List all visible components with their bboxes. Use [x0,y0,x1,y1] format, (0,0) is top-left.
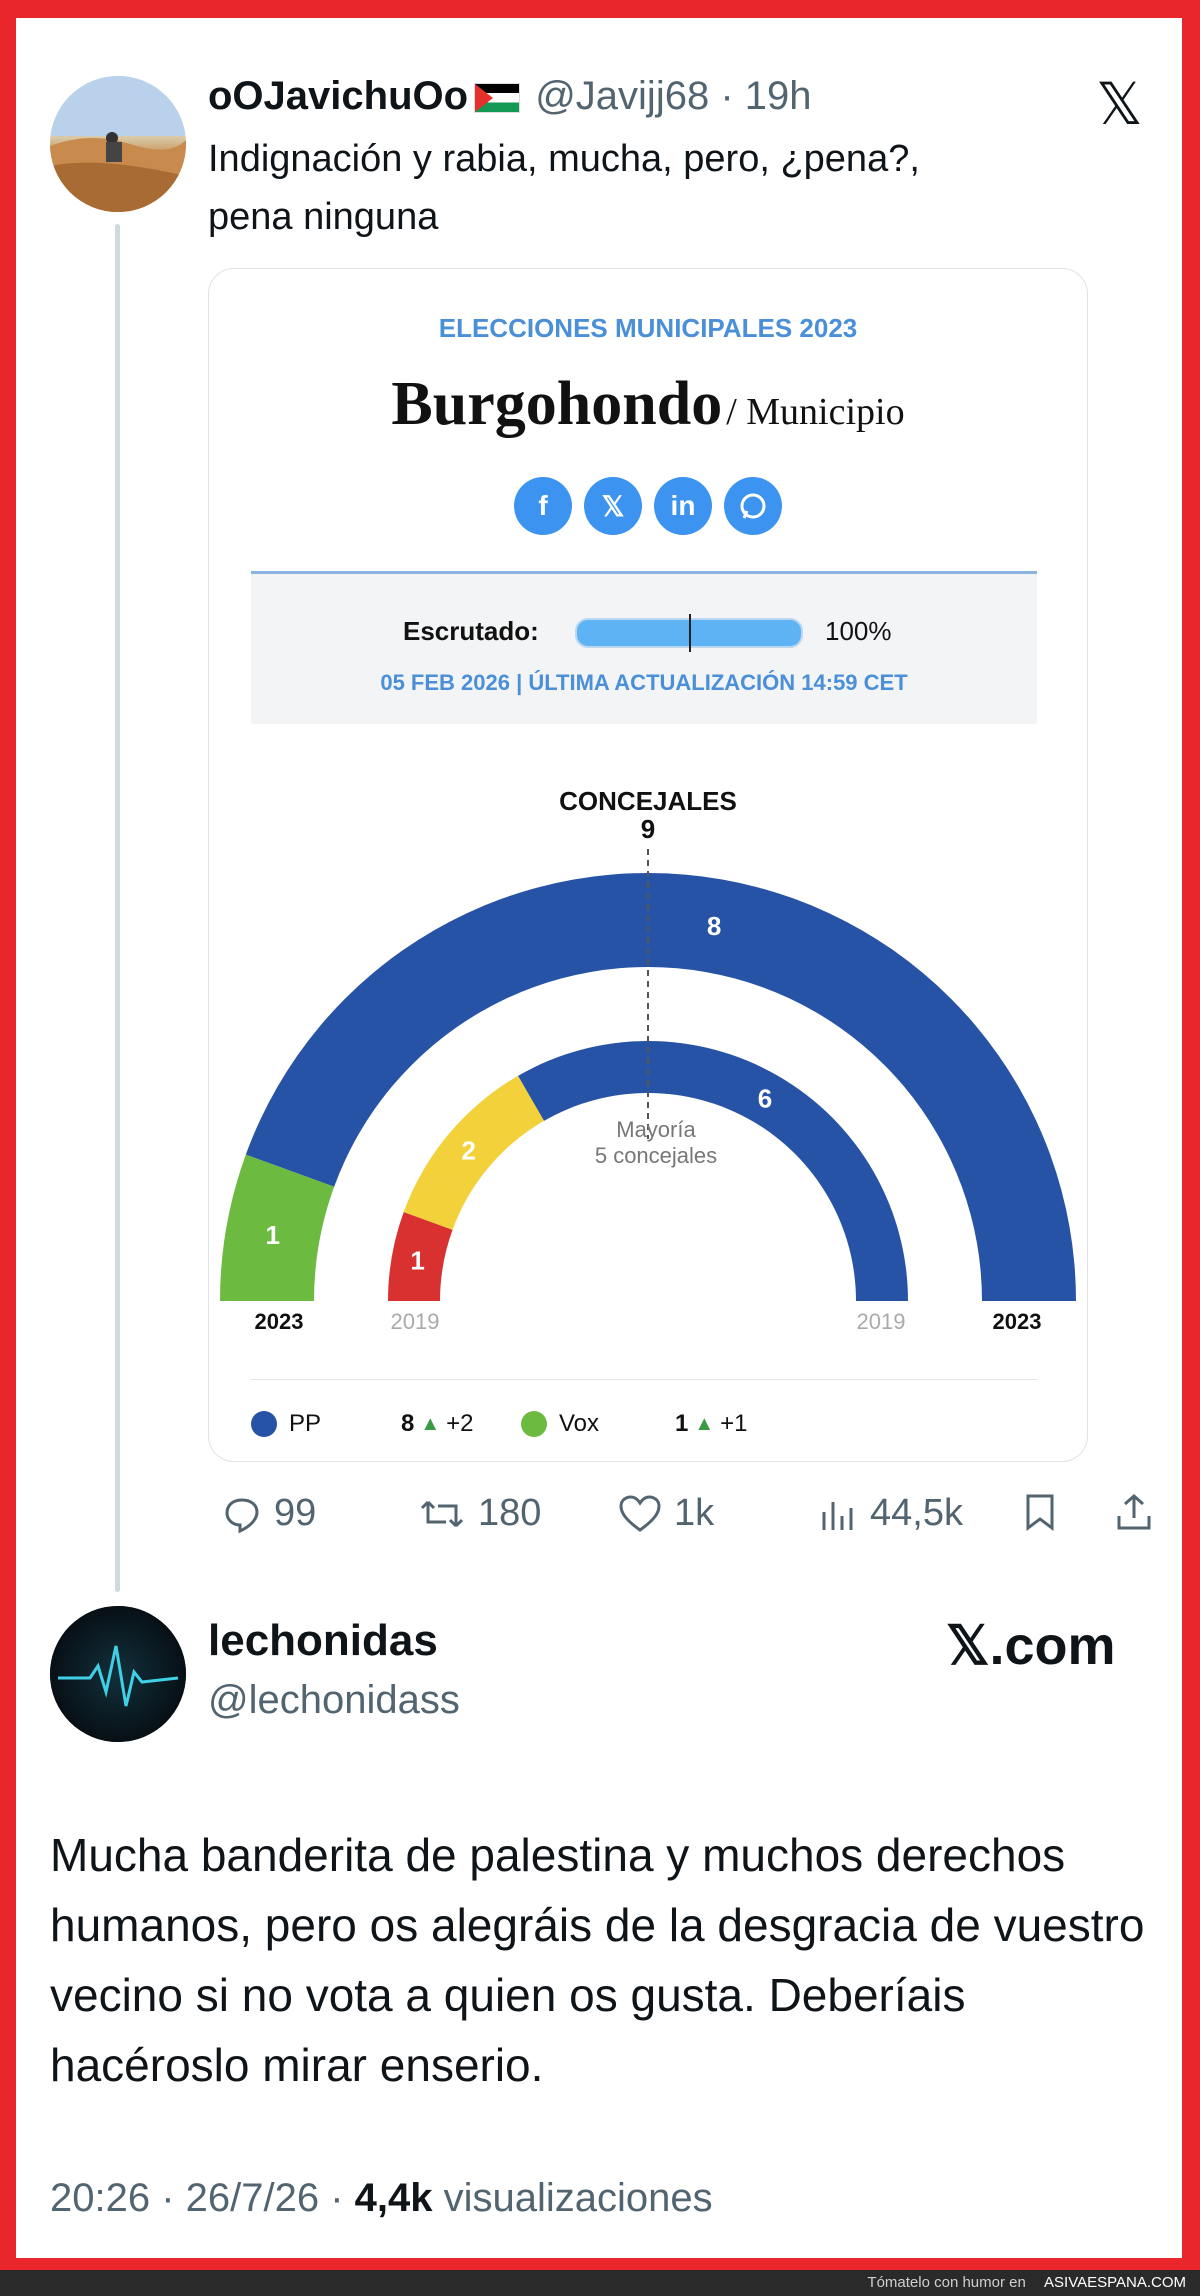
council-total: 9 [640,814,656,844]
progress-marker [689,614,691,652]
user-handle[interactable]: @Javijj68 [535,74,709,118]
tweet-text: Indignación y rabia, mucha, pero, ¿pena?… [208,130,1088,246]
tweet-text-line: pena ninguna [208,196,439,238]
share-icons: f 𝕏 in [209,477,1087,535]
legend-change: 8 ▲ +2 [401,1410,474,1438]
hemicycle-chart: 2023 2023 2019 2019 1 8 1 2 6 Mayoría5 concej… [220,849,1077,1334]
site-footer: Tómatelo con humor en ASIVAESPANA.COM [0,2270,1200,2296]
majority-label-1: Mayoría [616,1117,696,1142]
like-button[interactable]: 1k [618,1492,714,1535]
ring-year-label: 2019 [857,1309,906,1334]
tweet-text: Mucha banderita de palestina y muchos de… [50,1829,1145,2091]
heartbeat-icon [50,1606,186,1742]
legend-item: Vox [521,1410,599,1438]
thread-line [115,224,120,1592]
palestine-flag-icon [474,83,521,114]
user-handle[interactable]: @lechonidass [208,1678,460,1723]
views-count: 44,5k [870,1492,963,1534]
council-label: CONCEJALES [559,786,737,816]
reply-icon [225,1497,259,1533]
segment-seat-label: 8 [707,911,721,941]
up-arrow-icon: ▲ [694,1412,715,1435]
legend-party: Vox [559,1410,600,1437]
election-card-image[interactable]: ELECCIONES MUNICIPALES 2023 Burgohondo /… [208,268,1088,1462]
legend-party: PP [289,1410,322,1437]
analytics-icon [822,1501,853,1530]
legend-seats: 8 [401,1410,415,1437]
majority-label-2: 5 concejales [595,1143,717,1168]
linkedin-icon: in [654,477,712,535]
display-name[interactable]: lechonidas [208,1616,438,1666]
x-icon: 𝕏 [584,477,642,535]
scrutiny-percent: 100% [825,616,892,646]
views-label: visualizaciones [432,2176,713,2220]
share-icon [1117,1493,1151,1530]
scrutiny-panel: Escrutado: 100% 05 FEB 2026 | ÚLTIMA ACT… [251,571,1037,724]
avatar[interactable] [50,76,186,212]
card-kicker: ELECCIONES MUNICIPALES 2023 [438,313,858,343]
council-heading: CONCEJALES 9 [209,787,1087,843]
views-button[interactable]: 44,5k [818,1492,963,1535]
legend-swatch [521,1411,547,1437]
legend-item: PP [251,1410,321,1438]
brand-logo: 𝕏.com [946,1616,1116,1676]
ring-year-label: 2019 [391,1309,440,1334]
like-count: 1k [674,1492,715,1534]
desert-photo-icon [50,76,186,212]
tweet-time[interactable]: 19h [745,74,812,118]
segment-seat-label: 1 [266,1220,280,1250]
legend-swatch [251,1411,277,1437]
hemicycle-segment [518,1041,908,1301]
avatar[interactable] [50,1606,186,1742]
x-logo-icon: 𝕏 [1096,70,1143,138]
whatsapp-icon [724,477,782,535]
reply-count: 99 [274,1492,317,1534]
municipality-title: Burgohondo / Municipio [209,369,1087,440]
chart-legend: PP 8 ▲ +2 Vox 1 ▲ +1 [251,1379,1037,1437]
screenshot-frame: oOJavichuOo @Javijj68 · 19h 𝕏 Indignació… [16,18,1182,2258]
segment-seat-label: 6 [758,1083,772,1113]
scrutiny-label: Escrutado: [403,616,539,646]
tweet-actions: 99 180 1k 44,5k [208,1492,1168,1552]
display-name[interactable]: oOJavichuOo [208,74,468,118]
legend-seats: 1 [675,1410,689,1437]
segment-seat-label: 2 [462,1136,476,1166]
reply-button[interactable]: 99 [222,1492,316,1535]
tweet-timestamp[interactable]: 20:26 · 26/7/26 · [50,2176,355,2220]
ring-year-label: 2023 [255,1309,304,1334]
municipality-name: Burgohondo [391,370,723,438]
bookmark-button[interactable] [1022,1492,1070,1532]
legend-delta: +2 [446,1410,474,1437]
tweet-text-line: Indignación y rabia, mucha, pero, ¿pena?… [208,138,920,180]
ring-year-label: 2023 [993,1309,1042,1334]
footer-site-link[interactable]: ASIVAESPANA.COM [1044,2274,1186,2291]
views-count: 4,4k [354,2176,433,2220]
segment-seat-label: 1 [410,1245,424,1275]
scrutiny-progress-bar [575,614,803,652]
facebook-icon: f [514,477,572,535]
retweet-count: 180 [478,1492,542,1534]
separator: · [720,74,745,118]
up-arrow-icon: ▲ [420,1412,441,1435]
footer-text: Tómatelo con humor en [867,2274,1031,2291]
retweet-icon [420,1500,464,1527]
update-timestamp: 05 FEB 2026 | ÚLTIMA ACTUALIZACIÓN 14:59… [380,670,908,695]
heart-icon [619,1494,661,1532]
legend-change: 1 ▲ +1 [675,1410,748,1438]
share-button[interactable] [1114,1492,1166,1532]
municipality-suffix: / Municipio [726,391,905,433]
tweet-header: oOJavichuOo @Javijj68 · 19h [208,74,812,119]
legend-delta: +1 [720,1410,748,1437]
tweet-meta: 20:26 · 26/7/26 · 4,4k visualizaciones [50,2176,713,2221]
bookmark-icon [1026,1494,1054,1531]
retweet-button[interactable]: 180 [418,1492,541,1535]
